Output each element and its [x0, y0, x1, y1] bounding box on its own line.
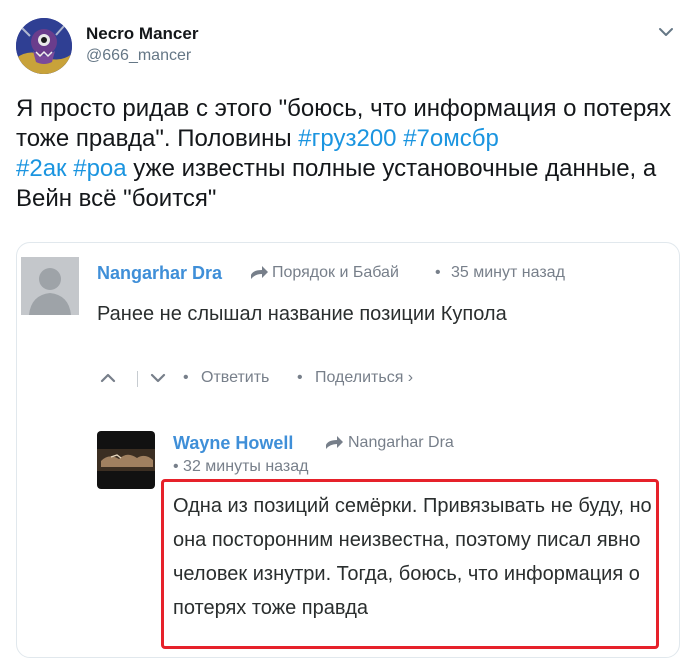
tweet-text: Я просто ридав с этого "боюсь, что инфор… [16, 94, 676, 214]
author-handle[interactable]: @666_mancer [86, 47, 191, 65]
reply-link[interactable]: Ответить [201, 369, 269, 387]
reply-arrow-icon [251, 266, 268, 279]
hashtag-link[interactable]: #2ак [16, 155, 67, 182]
comment-timestamp[interactable]: 35 минут назад [451, 264, 565, 282]
action-separator: • [297, 369, 303, 386]
hashtag-link[interactable]: #роа [73, 155, 126, 182]
hashtag-link[interactable]: #7омсбр [403, 125, 499, 152]
comment-body: Ранее не слышал название позиции Купола [97, 303, 507, 325]
comment-author[interactable]: Nangarhar Dra [97, 263, 222, 284]
reply-target-link[interactable]: Порядок и Бабай [272, 264, 399, 282]
reply-arrow-icon [326, 436, 343, 449]
downvote-chevron-icon[interactable] [149, 369, 167, 387]
necromancer-avatar-icon [16, 18, 72, 74]
hashtag-link[interactable]: #груз200 [298, 125, 396, 152]
author-avatar[interactable] [16, 18, 72, 74]
comment-author[interactable]: Wayne Howell [173, 433, 293, 454]
comment-timestamp[interactable]: • 32 минуты назад [173, 458, 308, 476]
more-options-chevron-icon[interactable] [656, 22, 676, 42]
vote-divider [137, 371, 138, 387]
comment-body: Одна из позиций семёрки. Привязывать не … [173, 495, 652, 619]
reply-target-link[interactable]: Nangarhar Dra [348, 434, 454, 452]
default-user-avatar-icon[interactable] [21, 257, 79, 315]
meta-separator: • [435, 264, 441, 281]
upvote-chevron-icon[interactable] [99, 369, 117, 387]
share-link[interactable]: Поделиться › [315, 369, 413, 387]
embedded-screenshot[interactable]: Nangarhar Dra Порядок и Бабай • 35 минут… [16, 242, 680, 658]
dark-photo-avatar-icon [97, 431, 155, 489]
commenter-avatar[interactable] [97, 431, 155, 489]
author-name[interactable]: Necro Mancer [86, 24, 198, 44]
action-separator: • [183, 369, 189, 386]
tweet-card: Necro Mancer @666_mancer Я просто ридав … [0, 0, 684, 661]
